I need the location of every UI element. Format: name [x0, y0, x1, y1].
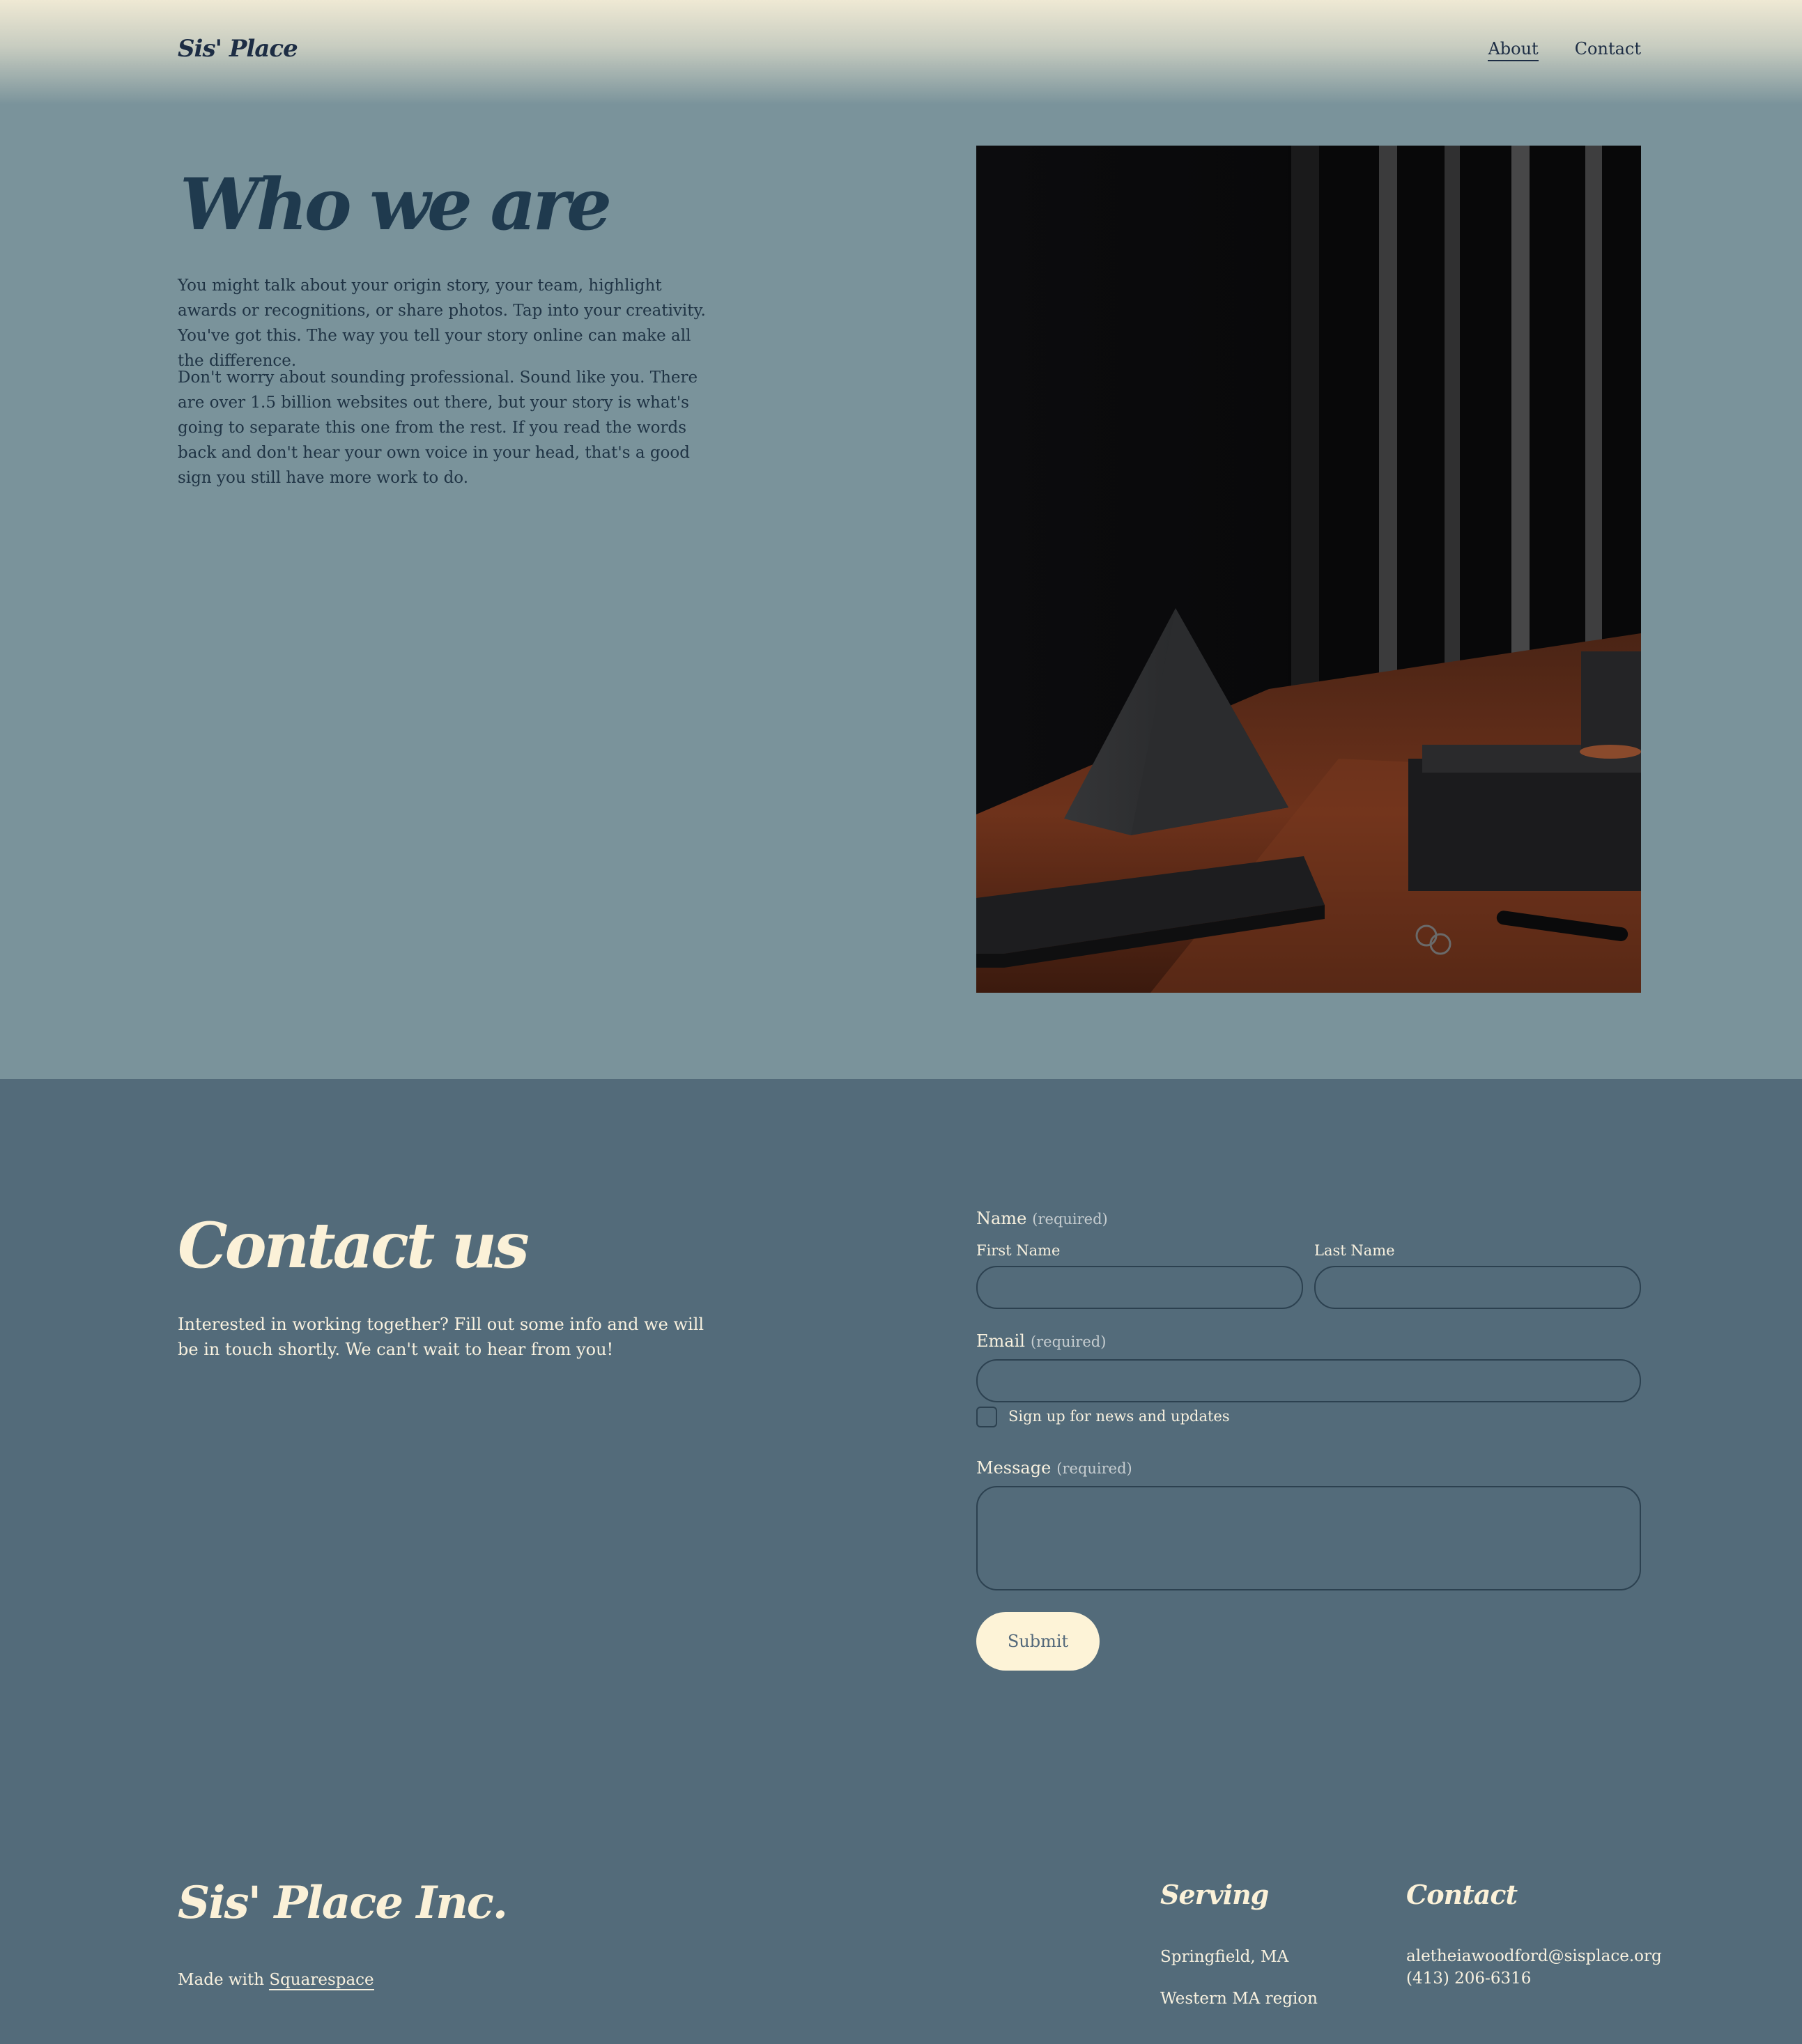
site-header: Sis' Place About Contact [0, 0, 1802, 104]
contact-section: Contact us Interested in working togethe… [0, 1079, 1802, 2044]
serving-item-2: Western MA region [1160, 1990, 1318, 2008]
contact-heading: Contact [1406, 1879, 1518, 1910]
first-name-input[interactable] [976, 1266, 1303, 1309]
about-paragraph-2: Don't worry about sounding professional.… [178, 369, 698, 487]
first-name-label: First Name [976, 1242, 1061, 1259]
about-title: Who we are [180, 163, 612, 247]
message-textarea[interactable] [976, 1486, 1641, 1590]
serving-item-1: Springfield, MA [1160, 1948, 1289, 1966]
nav-link-contact[interactable]: Contact [1575, 39, 1641, 61]
contact-intro: Interested in working together? Fill out… [178, 1315, 704, 1359]
last-name-input[interactable] [1314, 1266, 1641, 1309]
made-with-prefix: Made with [178, 1971, 265, 1989]
email-required: (required) [1030, 1333, 1107, 1350]
main-nav: About Contact [1488, 39, 1641, 61]
footer-brand: Sis' Place Inc. [178, 1877, 508, 1929]
serving-heading: Serving [1160, 1879, 1269, 1910]
site-logo[interactable]: Sis' Place [178, 35, 298, 63]
name-label: Name (required) [976, 1209, 1108, 1228]
message-label: Message (required) [976, 1458, 1132, 1478]
name-required: (required) [1032, 1211, 1108, 1228]
email-label-text: Email [976, 1331, 1025, 1351]
email-label: Email (required) [976, 1331, 1106, 1351]
still-life-photo [976, 146, 1641, 993]
about-paragraph-1: You might talk about your origin story, … [178, 277, 706, 370]
contact-title: Contact us [178, 1209, 530, 1283]
nav-link-about[interactable]: About [1488, 39, 1539, 61]
email-input[interactable] [976, 1359, 1641, 1402]
submit-button[interactable]: Submit [976, 1612, 1100, 1671]
made-with: Made with Squarespace [178, 1971, 374, 1990]
newsletter-checkbox[interactable] [976, 1407, 997, 1427]
squarespace-link[interactable]: Squarespace [269, 1971, 374, 1990]
message-required: (required) [1056, 1460, 1132, 1477]
photo-illustration [976, 146, 1641, 993]
message-label-text: Message [976, 1458, 1052, 1478]
newsletter-label[interactable]: Sign up for news and updates [1008, 1408, 1230, 1425]
contact-phone[interactable]: (413) 206-6316 [1406, 1969, 1531, 1988]
name-label-text: Name [976, 1209, 1027, 1228]
last-name-label: Last Name [1314, 1242, 1395, 1259]
contact-email[interactable]: aletheiawoodford@sisplace.org [1406, 1947, 1662, 1965]
